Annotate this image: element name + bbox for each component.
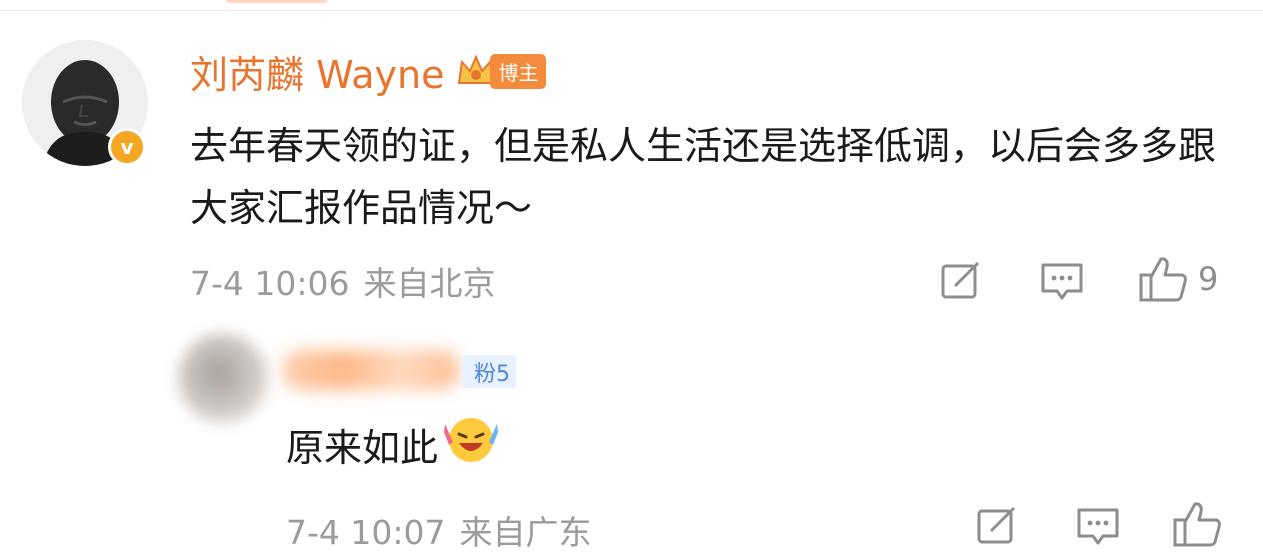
reply-button[interactable] (1040, 262, 1084, 302)
thumbs-up-icon (1173, 502, 1221, 547)
top-divider (0, 0, 1263, 11)
comment-meta: 7-4 10:06 来自北京 (190, 257, 496, 305)
laughing-tears-emoji-icon (442, 412, 500, 483)
comment-text: 去年春天领的证，但是私人生活还是选择低调，以后会多多跟大家汇报作品情况～ (190, 124, 1217, 230)
fan-level-badge: 粉5 (462, 355, 516, 388)
comment-location: 来自北京 (363, 264, 496, 303)
share-icon (941, 261, 980, 299)
like-button[interactable] (1172, 500, 1222, 548)
share-button[interactable] (940, 260, 982, 300)
comment-location: 来自广东 (459, 513, 592, 552)
comment-text: 原来如此 (286, 412, 500, 483)
thumbs-up-icon (1139, 257, 1187, 302)
top-tab-indicator (226, 0, 328, 3)
share-icon (977, 506, 1016, 544)
comment-author-name[interactable] (282, 350, 460, 390)
comment-text-content: 原来如此 (286, 425, 439, 470)
blogger-badge: 博主 (456, 53, 547, 89)
comment-time: 7-4 10:07 (286, 513, 446, 552)
blogger-badge-label: 博主 (490, 53, 547, 89)
comment-author-name[interactable]: 刘芮麟 Wayne (190, 44, 444, 99)
comment-icon (1077, 508, 1119, 545)
reply-button[interactable] (1076, 507, 1120, 547)
verified-badge-icon: v (108, 128, 146, 166)
like-button[interactable]: 9 (1138, 255, 1218, 303)
like-count: 9 (1198, 260, 1219, 298)
comment-time: 7-4 10:06 (190, 264, 350, 303)
comment-meta: 7-4 10:07 来自广东 (286, 506, 592, 554)
comment-icon (1041, 263, 1083, 300)
share-button[interactable] (976, 505, 1018, 545)
avatar[interactable] (178, 333, 268, 423)
